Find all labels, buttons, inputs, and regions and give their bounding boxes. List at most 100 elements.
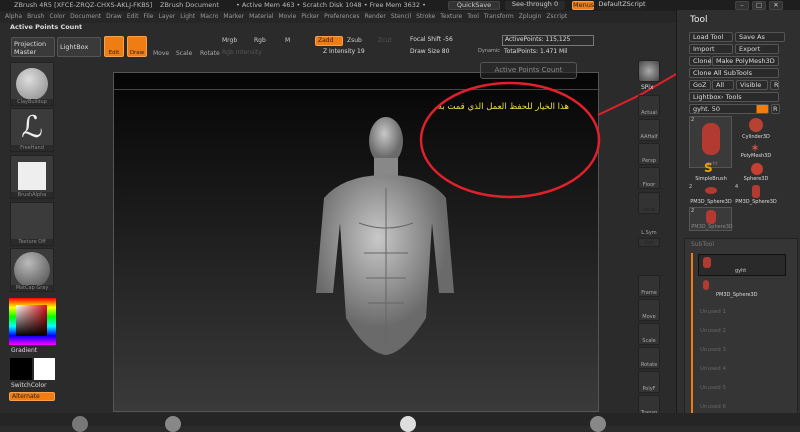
unused-slot[interactable]: Unused 4 — [700, 360, 726, 379]
menu-zplugin[interactable]: Zplugin — [519, 13, 542, 20]
minimize-icon[interactable]: – — [735, 1, 749, 10]
color-square[interactable] — [16, 305, 47, 336]
load-tool-button[interactable]: Load Tool — [689, 32, 733, 42]
material-selector[interactable]: MatCap Gray — [10, 248, 54, 292]
unused-slot[interactable]: Unused 5 — [700, 379, 726, 398]
focal-shift-slider[interactable]: Focal Shift -56 — [410, 36, 453, 43]
gradient-button[interactable]: Gradient — [11, 347, 37, 354]
make-polymesh-button[interactable]: Make PolyMesh3D — [712, 56, 779, 66]
brush-selector[interactable]: ClayBuildup — [10, 62, 54, 106]
polyf-button[interactable]: PolyF — [638, 371, 660, 393]
cylinder3d-icon[interactable] — [749, 118, 763, 132]
brush-shortcut-icon[interactable] — [165, 416, 181, 432]
local-button[interactable]: Local — [638, 192, 660, 214]
alpha-selector[interactable]: BrushAlpha — [10, 155, 54, 199]
mrgb-button[interactable]: Mrgb — [222, 37, 237, 44]
menu-stroke[interactable]: Stroke — [416, 13, 435, 20]
menu-preferences[interactable]: Preferences — [324, 13, 359, 20]
move-view-button[interactable]: Move — [638, 299, 660, 321]
all-button[interactable]: All — [712, 80, 734, 90]
zcut-button[interactable]: Zcut — [378, 37, 392, 44]
subtool-item-gyht[interactable]: gyht — [698, 254, 786, 276]
visible-button[interactable]: Visible — [736, 80, 768, 90]
menu-brush[interactable]: Brush — [27, 13, 44, 20]
r-button[interactable]: R — [770, 80, 779, 90]
sphere3d-icon[interactable] — [751, 163, 763, 175]
menu-light[interactable]: Light — [180, 13, 195, 20]
subtool-scrollbar[interactable] — [691, 253, 693, 423]
menu-macro[interactable]: Macro — [200, 13, 218, 20]
menu-alpha[interactable]: Alpha — [5, 13, 22, 20]
close-icon[interactable]: ✕ — [769, 1, 783, 10]
unused-slot[interactable]: Unused 2 — [700, 322, 726, 341]
clone-all-subtools-button[interactable]: Clone All SubTools — [689, 68, 779, 78]
simplebrush-icon[interactable]: S — [704, 161, 713, 175]
edit-button[interactable]: Edit — [104, 36, 124, 57]
floor-button[interactable]: Floor — [638, 167, 660, 189]
brush-shortcut-icon[interactable] — [72, 416, 88, 432]
rotate-view-button[interactable]: Rotate — [638, 347, 660, 369]
menu-marker[interactable]: Marker — [223, 13, 244, 20]
menu-picker[interactable]: Picker — [301, 13, 319, 20]
color-picker[interactable] — [9, 298, 56, 345]
unused-slot[interactable]: Unused 1 — [700, 303, 726, 322]
move-button[interactable]: Move — [153, 50, 169, 57]
import-button[interactable]: Import — [689, 44, 733, 54]
alternate-button[interactable]: Alternate — [9, 392, 55, 401]
draw-size-slider[interactable]: Draw Size 80 — [410, 48, 449, 55]
default-zscript-button[interactable]: DefaultZScript — [597, 1, 647, 10]
goz-button[interactable]: GoZ — [689, 80, 711, 90]
rgb-intensity-slider[interactable]: Rgb Intensity — [222, 49, 262, 56]
stroke-selector[interactable]: ℒ FreeHand — [10, 108, 54, 152]
menu-movie[interactable]: Movie — [279, 13, 297, 20]
see-through-slider[interactable]: See-through 0 — [505, 1, 565, 10]
tool-thumb-pm3d[interactable]: 2 PM3D_Sphere3D — [689, 207, 733, 231]
scale-view-button[interactable]: Scale — [638, 323, 660, 345]
rotate-button[interactable]: Rotate — [200, 50, 220, 57]
canvas-viewport[interactable]: هذا الخيار للحفظ العمل الذي قمت به — [113, 72, 600, 412]
menu-file[interactable]: File — [143, 13, 153, 20]
menu-color[interactable]: Color — [49, 13, 65, 20]
menu-tool[interactable]: Tool — [467, 13, 479, 20]
persp-button[interactable]: Persp — [638, 143, 660, 165]
secondary-color-swatch[interactable] — [34, 358, 55, 380]
pm3d-sphere-icon[interactable] — [752, 185, 760, 198]
m-button[interactable]: M — [285, 37, 290, 44]
lightbox-button[interactable]: LightBox — [57, 37, 101, 57]
menus-button[interactable]: Menus — [572, 1, 594, 10]
menu-draw[interactable]: Draw — [106, 13, 122, 20]
pm3d-sphere-icon[interactable] — [705, 187, 717, 194]
z-intensity-slider[interactable]: Z Intensity 19 — [323, 48, 365, 55]
unused-slot[interactable]: Unused 3 — [700, 341, 726, 360]
spix-button[interactable] — [638, 60, 660, 82]
slider-r-button[interactable]: R — [771, 104, 780, 114]
export-button[interactable]: Export — [735, 44, 779, 54]
menu-layer[interactable]: Layer — [159, 13, 176, 20]
texture-selector[interactable]: Texture Off — [10, 202, 54, 246]
switch-color-button[interactable]: SwitchColor — [11, 382, 47, 389]
tool-slider[interactable]: gyht. 50 — [689, 104, 769, 114]
menu-document[interactable]: Document — [70, 13, 101, 20]
clone-button[interactable]: Clone — [689, 56, 711, 66]
aahalf-button[interactable]: AAHalf — [638, 119, 660, 141]
dynamic-button[interactable]: Dynamic — [478, 48, 500, 54]
actual-button[interactable]: Actual — [638, 95, 660, 117]
menu-edit[interactable]: Edit — [127, 13, 139, 20]
brush-shortcut-icon[interactable] — [400, 416, 416, 432]
menu-transform[interactable]: Transform — [484, 13, 514, 20]
draw-button[interactable]: Draw — [127, 36, 147, 57]
maximize-icon[interactable]: □ — [752, 1, 766, 10]
subtool-item-pm3d[interactable]: PM3D_Sphere3D — [698, 279, 786, 299]
xyz-button[interactable]: Xyz — [638, 238, 660, 247]
menu-material[interactable]: Material — [249, 13, 273, 20]
lightbox-tools-button[interactable]: Lightbox› Tools — [689, 92, 779, 102]
main-color-swatch[interactable] — [10, 358, 32, 380]
rgb-button[interactable]: Rgb — [254, 37, 266, 44]
menu-stencil[interactable]: Stencil — [391, 13, 411, 20]
menu-texture[interactable]: Texture — [440, 13, 462, 20]
save-as-button[interactable]: Save As — [735, 32, 785, 42]
quicksave-button[interactable]: QuickSave — [448, 1, 500, 10]
scale-button[interactable]: Scale — [176, 50, 192, 57]
menu-render[interactable]: Render — [364, 13, 385, 20]
brush-shortcut-icon[interactable] — [590, 416, 606, 432]
